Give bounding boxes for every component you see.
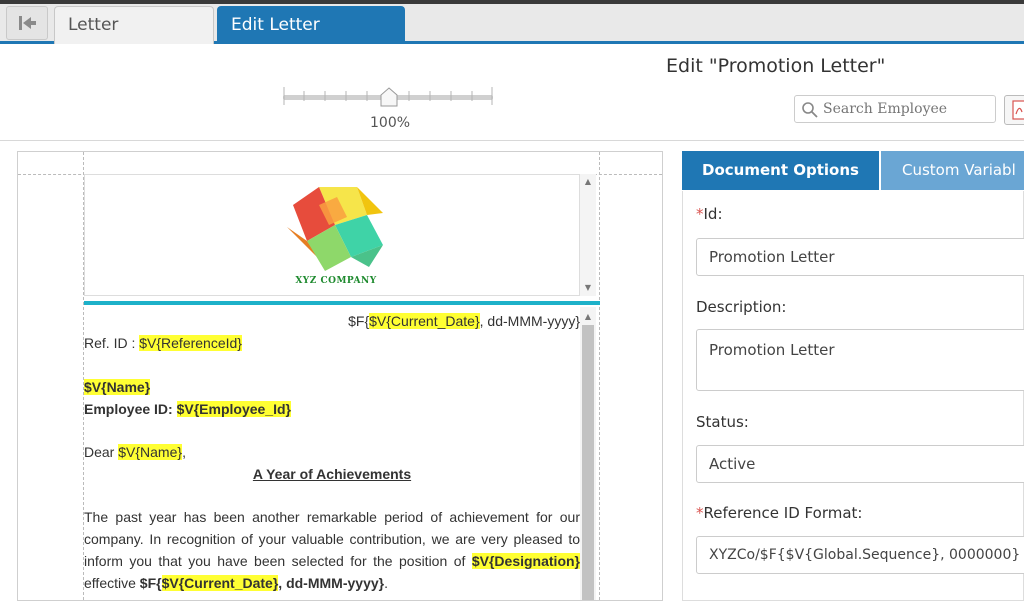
status-label: Status: [696, 413, 749, 431]
current-date-variable: $V{Current_Date} [369, 313, 480, 329]
name-variable: $V{Name} [84, 379, 151, 395]
date-line: $F{$V{Current_Date}, dd-MMM-yyyy} [84, 310, 580, 332]
collapse-sidebar-button[interactable] [6, 6, 48, 40]
tab-edit-letter-template[interactable]: Edit Letter Template [217, 6, 405, 71]
company-name-text: XYZ COMPANY [295, 276, 377, 286]
required-mark: * [696, 504, 704, 522]
body-scrollbar[interactable]: ▲ [580, 307, 596, 600]
document-options-panel: Document Options Custom Variabl *Id: Pro… [682, 151, 1024, 601]
scroll-down-icon[interactable]: ▼ [580, 282, 596, 294]
header-scrollbar[interactable]: ▲ ▼ [580, 174, 596, 296]
toolbar: Edit "Promotion Letter" 100% [0, 47, 1024, 141]
margin-guide-right [599, 152, 600, 600]
effective-prefix: $F{ [139, 575, 162, 591]
tab-document-options[interactable]: Document Options [682, 151, 879, 190]
search-icon [802, 102, 818, 118]
pdf-export-button[interactable] [1004, 95, 1024, 125]
letter-heading: A Year of Achievements [252, 466, 412, 482]
description-label: Description: [696, 298, 787, 316]
letter-editor[interactable]: XYZ COMPANY ▲ ▼ ▲ $F{$V{Current_Date}, d… [17, 151, 663, 601]
letter-header-section[interactable]: XYZ COMPANY [84, 174, 580, 296]
scroll-up-icon[interactable]: ▲ [580, 311, 596, 323]
date-prefix: $F{ [348, 313, 370, 329]
employee-id-label: Employee ID: [84, 401, 177, 417]
id-field[interactable]: Promotion Letter [696, 238, 1024, 276]
name-line: $V{Name} [84, 376, 580, 398]
id-label-text: Id: [703, 205, 723, 223]
date-suffix: , dd-MMM-yyyy} [479, 313, 580, 329]
reference-id-variable: $V{ReferenceId} [139, 335, 242, 351]
scroll-up-icon[interactable]: ▲ [580, 176, 596, 188]
document-options-form: *Id: Promotion Letter Description: Promo… [682, 191, 1024, 601]
tab-letter-templates[interactable]: Letter Templates [54, 6, 214, 71]
zoom-slider-handle[interactable] [380, 87, 398, 107]
employee-id-line: Employee ID: $V{Employee_Id} [84, 398, 580, 420]
effective-label: effective [84, 575, 140, 591]
required-mark: * [696, 205, 704, 223]
dear-label: Dear [84, 444, 119, 460]
body-scrollbar-thumb[interactable] [582, 325, 594, 600]
collapse-left-icon [19, 16, 36, 30]
reference-id-format-label-text: Reference ID Format: [703, 504, 863, 522]
designation-variable: $V{Designation} [471, 553, 580, 569]
zoom-level-label: 100% [370, 115, 411, 131]
search-employee-box[interactable] [794, 95, 996, 123]
page-title: Edit "Promotion Letter" [666, 55, 886, 77]
id-label: *Id: [696, 205, 723, 223]
effective-period: . [384, 575, 388, 591]
company-logo [287, 187, 383, 271]
reference-line: Ref. ID : $V{ReferenceId} [84, 332, 580, 354]
description-field[interactable]: Promotion Letter [696, 329, 1024, 391]
effective-date-variable: $V{Current_Date} [161, 575, 279, 591]
tab-custom-variables[interactable]: Custom Variabl [881, 151, 1024, 190]
pdf-icon [1012, 100, 1024, 120]
effective-suffix: , dd-MMM-yyyy} [278, 575, 385, 591]
reference-id-format-field[interactable]: XYZCo/$F{$V{Global.Sequence}, 0000000} [696, 536, 1024, 574]
salutation-line: Dear $V{Name}, [84, 441, 580, 463]
header-divider [84, 301, 600, 305]
reference-id-format-label: *Reference ID Format: [696, 504, 862, 522]
letter-body[interactable]: $F{$V{Current_Date}, dd-MMM-yyyy} Ref. I… [84, 310, 580, 594]
salutation-comma: , [182, 444, 186, 460]
search-employee-input[interactable] [823, 98, 991, 120]
tab-bar: Letter Templates Edit Letter Template [0, 4, 1024, 71]
salutation-name-variable: $V{Name} [118, 444, 183, 460]
ref-label: Ref. ID : [84, 335, 140, 351]
employee-id-variable: $V{Employee_Id} [176, 401, 291, 417]
letter-paragraph: The past year has been another remarkabl… [84, 506, 580, 594]
status-select[interactable]: Active [696, 445, 1024, 483]
